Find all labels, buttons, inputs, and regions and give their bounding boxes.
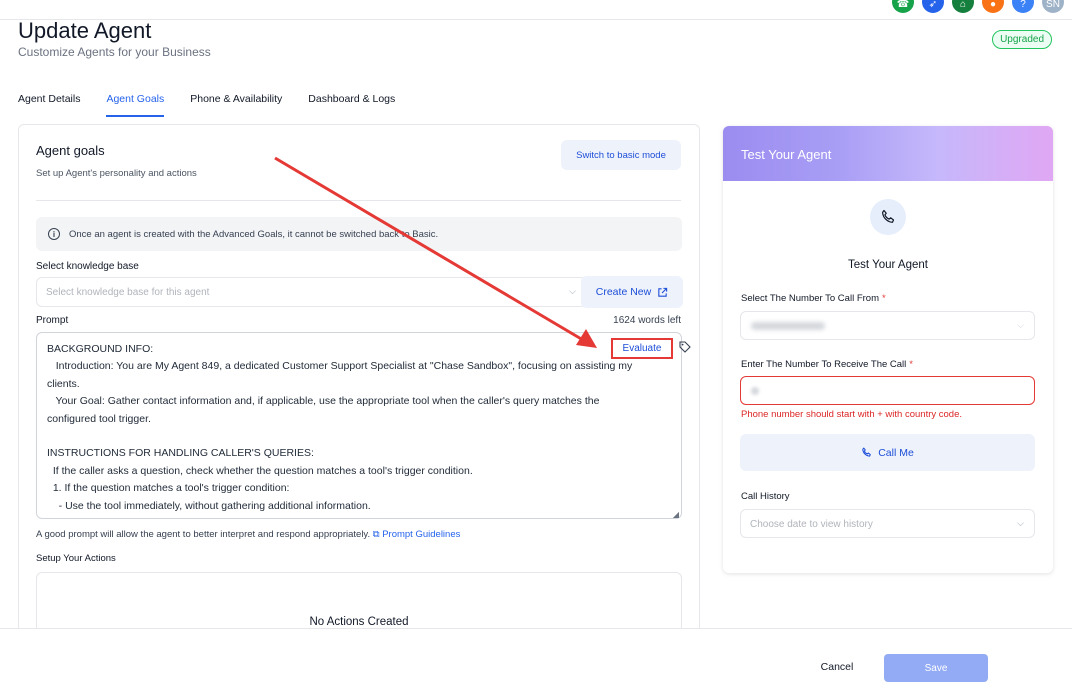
phone-icon (870, 199, 906, 235)
prompt-textarea[interactable]: BACKGROUND INFO: Introduction: You are M… (36, 332, 682, 519)
phone-error-message: Phone number should start with + with co… (741, 409, 962, 420)
resize-handle-icon[interactable]: ◢ (673, 510, 679, 519)
info-icon: i (48, 228, 60, 240)
redacted-value (751, 322, 825, 330)
cancel-button[interactable]: Cancel (808, 658, 866, 676)
from-number-label: Select The Number To Call From * (741, 293, 886, 304)
phone-icon[interactable]: ☎ (892, 0, 914, 13)
call-history-select[interactable]: Choose date to view history ⌵ (740, 509, 1035, 538)
call-me-label: Call Me (878, 446, 914, 459)
prompt-line: Your Goal: Gather contact information an… (47, 395, 600, 408)
hint-text: A good prompt will allow the agent to be… (36, 529, 371, 540)
tag-icon[interactable] (679, 341, 691, 356)
no-actions-text: No Actions Created (309, 616, 409, 628)
page-title: Update Agent (18, 18, 152, 43)
status-badge: Upgraded (992, 30, 1052, 49)
save-button[interactable]: Save (884, 654, 988, 682)
tab-agent-details[interactable]: Agent Details (18, 93, 80, 117)
page-subtitle: Customize Agents for your Business (18, 45, 211, 59)
call-me-button[interactable]: Call Me (740, 434, 1035, 471)
top-icons: ☎ ➶ ⌂ ● ? SN (892, 0, 1064, 13)
bell-icon[interactable]: ● (982, 0, 1004, 13)
to-number-label: Enter The Number To Receive The Call * (741, 359, 913, 370)
create-new-label: Create New (595, 286, 652, 298)
prompt-line: If the caller asks a question, check whe… (47, 464, 473, 477)
create-new-button[interactable]: Create New (581, 276, 683, 308)
rocket-icon[interactable]: ➶ (922, 0, 944, 13)
tab-agent-goals[interactable]: Agent Goals (106, 93, 165, 117)
history-placeholder: Choose date to view history (750, 519, 873, 530)
prompt-line: - Use the tool immediately, without gath… (47, 499, 371, 512)
switch-basic-mode-button[interactable]: Switch to basic mode (561, 140, 681, 170)
words-left: 1624 words left (613, 315, 681, 326)
section-subtitle: Set up Agent's personality and actions (36, 168, 197, 179)
tab-dashboard-logs[interactable]: Dashboard & Logs (308, 93, 395, 117)
help-icon[interactable]: ? (1012, 0, 1034, 13)
call-history-label: Call History (741, 491, 790, 502)
prompt-line: Introduction: You are My Agent 849, a de… (47, 360, 633, 373)
tab-bar: Agent Details Agent Goals Phone & Availa… (18, 93, 395, 117)
test-agent-header: Test Your Agent (723, 126, 1053, 181)
knowledge-base-select[interactable]: Select knowledge base for this agent ⌵ (36, 277, 587, 307)
section-title: Agent goals (36, 143, 105, 158)
chevron-down-icon: ⌵ (569, 286, 576, 296)
kb-label: Select knowledge base (36, 261, 139, 272)
prompt-line: BACKGROUND INFO: (47, 343, 154, 355)
phone-icon (862, 447, 871, 457)
agent-goals-card: Agent goals Set up Agent's personality a… (18, 124, 700, 645)
prompt-line: 1. If the question matches a tool's trig… (47, 482, 290, 495)
avatar[interactable]: SN (1042, 0, 1064, 13)
chevron-down-icon: ⌵ (1017, 320, 1024, 330)
prompt-line: INSTRUCTIONS FOR HANDLING CALLER'S QUERI… (47, 447, 314, 460)
test-agent-title: Test Your Agent (848, 259, 928, 271)
to-number-input[interactable] (740, 376, 1035, 405)
tab-phone-availability[interactable]: Phone & Availability (190, 93, 282, 117)
prompt-guidelines-link[interactable]: ⧉ Prompt Guidelines (373, 529, 461, 540)
footer-bar: Cancel Save (0, 628, 1072, 688)
evaluate-button[interactable]: Evaluate (611, 338, 673, 359)
kb-placeholder: Select knowledge base for this agent (46, 286, 210, 298)
info-banner: i Once an agent is created with the Adva… (36, 217, 682, 251)
megaphone-icon[interactable]: ⌂ (952, 0, 974, 13)
prompt-line: clients. (47, 377, 80, 390)
divider (36, 200, 681, 201)
prompt-label: Prompt (36, 315, 69, 326)
prompt-line: configured tool trigger. (47, 412, 151, 425)
actions-label: Setup Your Actions (36, 553, 116, 564)
redacted-value (751, 387, 759, 395)
from-number-select[interactable]: ⌵ (740, 311, 1035, 340)
chevron-down-icon: ⌵ (1017, 518, 1024, 528)
prompt-hint: A good prompt will allow the agent to be… (36, 529, 460, 540)
external-link-icon (658, 287, 668, 297)
info-text: Once an agent is created with the Advanc… (69, 228, 439, 240)
prompt-line: ​ (47, 428, 671, 445)
test-agent-card: Test Your Agent Test Your Agent Select T… (723, 126, 1053, 573)
